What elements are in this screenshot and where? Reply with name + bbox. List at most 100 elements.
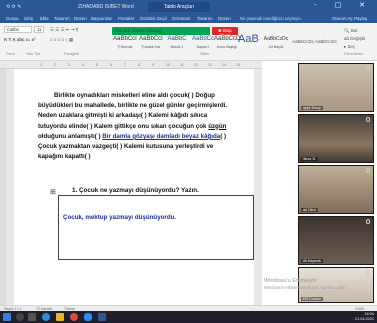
style-title[interactable]: AaBbCcD Konu Başlığı [214,34,240,56]
answer-text: Çocuk, mektup yazmayı düşünüyordu. [63,214,177,221]
tab-gozden-gecir[interactable]: Gözden Geçir [140,16,167,21]
tab-tablo-tasarim[interactable]: Tasarım [197,16,213,21]
activation-subtitle: Windows'u etkinleştirmek için Ayarlar'a … [264,284,347,290]
ruler-tick: 14 [222,63,226,67]
mic-icon [366,66,370,71]
ruler-tick: 6 [110,63,112,67]
ruler-tick: 5 [96,63,98,67]
style-preview: AaBbCcD [214,36,241,42]
mic-icon [366,270,370,275]
edge-icon[interactable] [42,313,50,321]
tab-ekle[interactable]: Ekle [40,16,49,21]
participant-video [299,115,373,162]
style-heading-1[interactable]: AaBbC Başlık 1 [164,34,190,56]
start-icon[interactable] [3,313,11,321]
participant-tile[interactable]: ad Okur [298,165,374,214]
style-preview: AaBbCcI [113,36,137,42]
group-label-clipboard: Pano [6,52,15,56]
participant-video [299,64,373,111]
story-line: büyüdükleri bu mahallede, birlikte ne gü… [38,101,253,111]
horizontal-ruler[interactable]: 1 2 3 4 5 6 7 8 9 10 11 12 13 14 15 [0,61,262,69]
style-name: ¶ Normal [117,45,133,49]
story-text: kapağını kapattı( ) [38,153,91,161]
ruler-tick: 15 [236,63,240,67]
search-icon[interactable] [16,313,24,321]
font-format-icons[interactable]: K T A̲ abc x₂ x² [4,37,36,42]
style-subtitle[interactable]: AaBbCcDc Alt Başlık [262,34,290,56]
ribbon-tabs: Dosya Giriş Ekle Tasarım Düzen Başvurula… [0,14,377,23]
story-line: Birlikte oynadıkları misketleri eline al… [38,91,253,101]
more-styles[interactable]: AaBbCcDc AaBbCcDc [292,39,337,44]
story-line: tutuyordu elinde( ) Kalem gittikçe onu s… [38,122,253,132]
select-label: Seç [347,44,356,49]
find-label: Bul [350,28,358,33]
ruler-tick: 12 [194,63,198,67]
participant-tile[interactable]: Ali Kaymak [298,216,374,265]
participant-tile[interactable]: ilknur B. [298,114,374,163]
style-preview: AaBbC [167,36,187,42]
tab-gorunum[interactable]: Görünüm [172,16,190,21]
participant-tile[interactable]: ayşe Ersoy [298,63,374,112]
word-icon[interactable] [98,313,106,321]
tab-postalar[interactable]: Postalar [118,16,134,21]
story-line: Çocuk yazmaktan vazgeçti( ) Kalemi kutus… [38,142,253,152]
story-line: olduğunu anlamıştı( ) Bir damla gözyaşı … [38,132,253,142]
font-size-box[interactable]: 11 [34,26,44,33]
style-gallery-big[interactable]: AaB [238,33,259,45]
tab-giris[interactable]: Giriş [24,16,33,21]
style-preview: AaBbCcDc [263,36,289,42]
ruler-tick: 10 [166,63,170,67]
file-explorer-icon[interactable] [56,313,64,321]
answer-table-cell[interactable]: Çocuk, mektup yazmayı düşünüyordu. [58,195,254,260]
story-text: olduğunu anlamıştı( ) [38,132,103,140]
find-button[interactable]: 🔍 Bul [344,28,357,34]
story-text: tutuyordu elinde( ) Kalem gittikçe onu s… [38,122,209,130]
participant-name: Ali Kaymak [301,259,323,263]
story-paragraph[interactable]: Birlikte oynadıkları misketleri eline al… [38,91,253,162]
mic-icon [366,117,370,122]
taskbar-clock[interactable]: 16:04 21.04.2021 [355,312,374,322]
question-text: 1. Çocuk ne yazmayı düşünüyordu? Yazın. [72,187,199,194]
group-label-styles: Stiller [200,52,210,56]
task-view-icon[interactable] [28,313,36,321]
font-name-box[interactable]: Calibri [4,26,32,33]
quick-access-icons[interactable]: ⟲ ⟳ ✎ [6,4,21,10]
align-icons[interactable]: ≡ ≡ ≡ ≡ ↕ ▦ [50,37,73,43]
story-line: kapağını kapattı( ) [38,152,253,162]
paragraph-icons[interactable]: ☰ ☰ ☰ ⇤ ⇥ ¶ [50,27,78,33]
ruler-tick: 9 [152,63,154,67]
tab-tasarim[interactable]: Tasarım [54,16,70,21]
chrome-icon[interactable] [70,313,78,321]
table-move-handle[interactable]: ⊞ [50,188,56,196]
mic-icon [366,219,370,224]
story-text: büyüdükleri bu mahallede, birlikte ne gü… [38,102,228,110]
tab-basvurular[interactable]: Başvurular [91,16,112,21]
tab-duzen[interactable]: Düzen [74,16,87,21]
style-name: Başlık 2 [196,45,210,49]
story-underlined-word: üzgün [208,122,227,130]
group-label-editing: Düzenleme [344,52,364,56]
style-name: Alt Başlık [268,45,284,49]
document-area: Birlikte oynadıkları misketleri eline al… [0,69,262,305]
replace-button[interactable]: ab Değiştir [344,36,366,41]
ruler-tick: 8 [138,63,140,67]
tray-icons[interactable] [300,313,340,321]
style-no-spacing[interactable]: AaBbCcI ¶ Aralık Yok [138,34,164,56]
select-button[interactable]: ▸ Seç [344,44,355,50]
window-controls[interactable]: - ▢ ✕ [314,1,373,9]
tab-tablo-duzen[interactable]: Düzen [218,16,231,21]
group-label-paragraph: Paragraf [64,52,79,56]
zoom-icon[interactable] [84,313,92,321]
screen: ⟲ ⟳ ✎ ZIHADABD ISIBET Word Tablo Araçlar… [0,0,377,323]
story-text: Çocuk yazmaktan vazgeçti( ) Kalemi kutus… [38,143,214,151]
mic-icon [366,168,370,173]
table-tools-tab[interactable]: Tablo Araçları [148,2,210,12]
tab-dosya[interactable]: Dosya [6,16,18,21]
account-share[interactable]: Oturum Aç Paylaş [332,16,367,21]
style-normal[interactable]: AaBbCcI ¶ Normal [112,34,138,56]
vertical-ruler[interactable] [0,69,6,305]
participant-video [299,166,373,213]
tell-me-search[interactable]: Ne yapmak istediğinizi söyleyin [240,16,301,21]
participant-name: ad Okur [301,208,318,212]
story-underlined-sentence: Bir damla gözyaşı damladı beyaz kâğıda [102,132,221,140]
